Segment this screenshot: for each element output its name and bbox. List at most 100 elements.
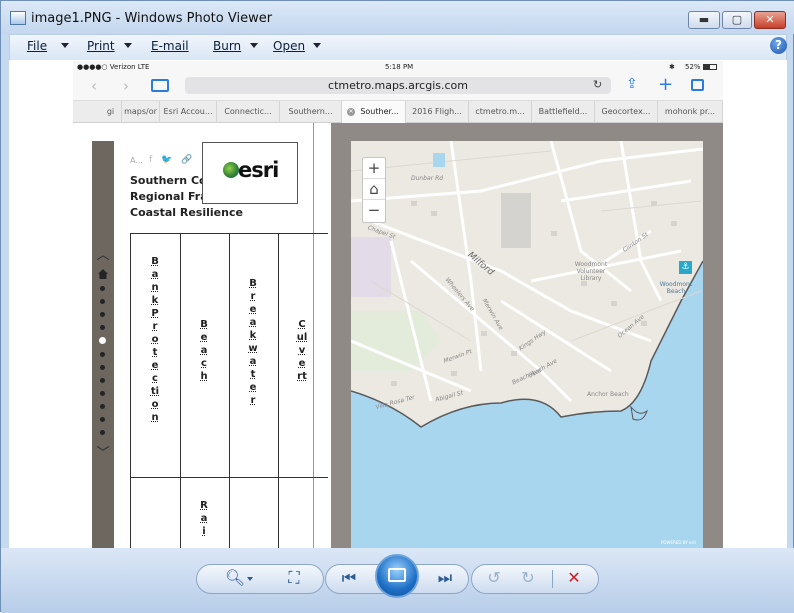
rotate-left-icon[interactable]: ↺ [483,565,505,591]
browser-tab[interactable]: Geocortex... [595,101,658,123]
menu-open[interactable]: Open [273,39,305,53]
nav-dot[interactable] [100,352,105,357]
table-cell-letter: t [250,369,256,380]
table-cell-culvert: Cul v e rt [292,318,312,383]
carrier-text: ●●●●○ Verizon LTE [77,63,150,71]
beach-marker-icon[interactable]: ⚓ [679,261,692,274]
nav-dot[interactable] [100,365,105,370]
menu-file[interactable]: File [27,39,47,53]
photo-viewer-app-icon [10,11,26,25]
table-cell-letter: r [250,291,256,302]
map-zoom-control: + ⌂ − [362,157,386,223]
table-cell-letter: k [151,295,159,306]
nav-dot[interactable] [100,378,105,383]
table-cell-letter: B [200,319,208,330]
table-cell-letter: a [249,356,257,367]
maximize-button[interactable]: ▢ [722,11,752,29]
browser-tab-active[interactable]: ✕ Souther... [342,101,406,123]
back-icon[interactable]: ‹ [91,77,97,95]
menu-print[interactable]: Print [87,39,115,53]
home-icon[interactable] [98,269,108,279]
browser-tab[interactable]: mohonk pr... [658,101,723,123]
help-icon[interactable]: ? [770,37,787,54]
table-cell-letter: c [201,358,207,369]
table-cell-letter: a [151,269,159,280]
chevron-up-icon[interactable]: ︿ [96,249,110,262]
social-share-icons[interactable]: f 🐦 🔗 [149,155,195,165]
table-cell-letter: r [250,395,256,406]
nav-dot[interactable] [100,430,105,435]
home-icon[interactable]: ⌂ [363,179,385,200]
previous-icon[interactable]: ⏮ [337,565,361,591]
map-label: Anchor Beach [587,391,629,398]
map-credit: POWERED BY esri [661,540,697,545]
rotate-right-icon[interactable]: ↻ [517,565,539,591]
browser-tab[interactable]: Connectic... [217,101,280,123]
browser-tab[interactable]: Battlefield... [532,101,595,123]
nav-dot[interactable] [100,325,105,330]
chevron-down-icon[interactable] [61,43,69,48]
author-text: A... [130,156,143,165]
nav-dot[interactable] [100,312,105,317]
next-icon[interactable]: ⏭ [433,565,457,591]
table-cell-letter: ul [296,332,308,343]
map-label: Woodmont Volunteer Library [574,261,608,282]
bluetooth-icon: ✱ [669,63,675,71]
chevron-down-icon[interactable] [250,43,258,48]
browser-tab[interactable]: gi [100,101,122,123]
bookmarks-icon[interactable] [151,79,169,92]
chevron-down-icon[interactable] [124,43,132,48]
menu-email[interactable]: E-mail [151,39,189,53]
table-cell-letter: t [152,347,158,358]
close-button[interactable]: ✕ [754,11,786,29]
nav-dot[interactable] [100,391,105,396]
browser-tab[interactable]: ctmetro.m... [469,101,532,123]
nav-dot[interactable] [100,417,105,422]
actual-size-icon[interactable]: ⛶ [282,565,306,591]
image-canvas: ●●●●○ Verizon LTE 5:18 PM ✱ 52% ‹ › ctme… [9,60,787,548]
browser-tab-label: Souther... [360,107,399,116]
table-cell-letter: e [249,304,257,315]
story-nav-bar: ︿ ﹀ [92,141,114,548]
nav-dot[interactable] [100,299,105,304]
table-border [180,233,181,548]
table-cell-letter: o [151,334,159,345]
delete-icon[interactable]: ✕ [563,565,585,591]
table-cell-letter: a [200,513,208,524]
table-cell-letter: n [151,282,159,293]
nav-dot[interactable] [100,404,105,409]
slideshow-button[interactable] [375,554,419,598]
bottom-toolbar: 🔍︎ ⛶ ⏮ ⏭ ↺ ↻ ✕ [1,548,794,613]
table-cell-letter: rt [297,371,307,382]
new-tab-icon[interactable]: + [658,74,673,95]
zoom-in-button[interactable]: + [363,158,385,179]
minimize-button[interactable]: ▬ [688,11,720,29]
share-icon[interactable]: ⇪ [626,76,638,92]
table-cell-breakwater: Breakwater [243,277,263,407]
photo-viewer-window: image1.PNG - Windows Photo Viewer ▬ ▢ ✕ … [0,0,794,613]
browser-tab[interactable]: 2016 Fligh... [406,101,469,123]
table-cell-bank-protection: Ba n k Pr o t e c ti o n [145,255,165,424]
coastal-map[interactable]: + ⌂ − Dunbar Rd Chapel St Milford Woodmo… [351,141,703,548]
table-cell-letter: P [151,308,159,319]
nav-dot[interactable] [100,286,105,291]
table-cell-letter: c [152,373,158,384]
menu-burn[interactable]: Burn [213,39,241,53]
browser-tab[interactable]: Esri Accou... [160,101,217,123]
zoom-out-button[interactable]: − [363,200,385,221]
forward-icon[interactable]: › [123,77,129,95]
tabs-icon[interactable] [691,79,704,91]
browser-tab[interactable]: Southern... [280,101,342,123]
browser-tab[interactable]: maps/or [122,101,160,123]
battery-icon [703,64,717,70]
url-field[interactable]: ctmetro.maps.arcgis.com [185,77,611,94]
zoom-icon[interactable]: 🔍︎ [223,565,247,591]
reload-icon[interactable]: ↻ [593,78,602,91]
chevron-down-icon[interactable] [247,577,253,581]
chevron-down-icon[interactable] [313,43,321,48]
table-cell-letter: a [249,317,257,328]
slideshow-icon [388,568,406,582]
tab-close-icon[interactable]: ✕ [347,108,355,116]
chevron-down-icon[interactable]: ﹀ [96,447,110,460]
nav-dot-current[interactable] [99,337,106,344]
